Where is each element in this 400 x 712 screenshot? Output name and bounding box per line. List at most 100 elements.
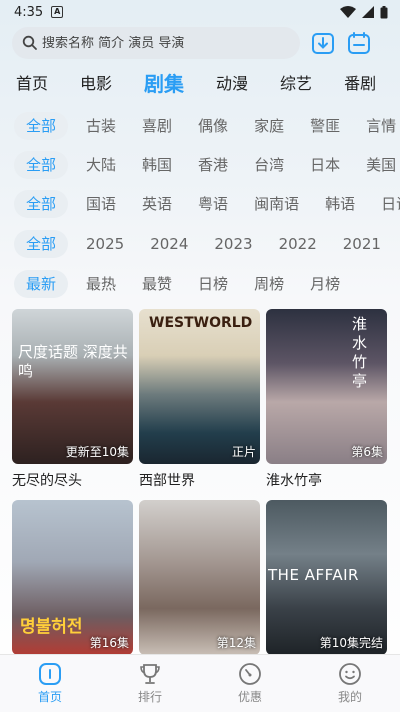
filter-row-type: 全部 古装 喜剧 偶像 家庭 警匪 言情 军: [0, 111, 400, 141]
episode-badge: 第12集: [216, 636, 256, 650]
status-bar: 4:35 A: [0, 0, 400, 24]
filter-chip[interactable]: 粤语: [190, 190, 236, 218]
series-card[interactable]: THE AFFAIR 第10集完结: [266, 500, 387, 679]
notification-app-icon: A: [51, 6, 64, 18]
status-time: 4:35: [14, 4, 44, 20]
filter-chip[interactable]: 韩语: [317, 190, 363, 218]
filter-row-language: 全部 国语 英语 粤语 闽南语 韩语 日语 法: [0, 189, 400, 219]
filter-chip[interactable]: 韩国: [134, 151, 180, 179]
search-box[interactable]: [12, 27, 300, 59]
tab-home[interactable]: 首页: [20, 662, 80, 705]
tab-label: 优惠: [237, 690, 262, 704]
status-left: 4:35 A: [14, 4, 64, 20]
history-button[interactable]: [346, 30, 372, 56]
wifi-icon: [340, 6, 356, 18]
filter-chip[interactable]: 古装: [78, 112, 124, 140]
profile-icon: [339, 663, 361, 685]
poster-text: 淮水竹亭: [352, 315, 368, 390]
battery-icon: [380, 5, 388, 18]
poster-text: WESTWORLD: [149, 315, 253, 331]
filter-chip[interactable]: 警匪: [302, 112, 348, 140]
episode-badge: 更新至10集: [65, 445, 129, 459]
episode-badge: 第6集: [351, 445, 383, 459]
filter-chip[interactable]: 闽南语: [246, 190, 307, 218]
nav-anime[interactable]: 动漫: [216, 70, 248, 94]
category-nav: 首页 电影 剧集 动漫 综艺 番剧 短: [0, 66, 400, 98]
poster-image[interactable]: 第12集: [139, 500, 260, 655]
series-card[interactable]: 尺度话题 深度共鸣 更新至10集 无尽的尽头: [12, 309, 133, 488]
filter-chip[interactable]: 家庭: [246, 112, 292, 140]
discount-icon: [239, 663, 261, 685]
search-row: [12, 26, 388, 60]
filter-chip[interactable]: 全部: [14, 112, 69, 140]
search-input[interactable]: [42, 35, 282, 51]
filter-chip[interactable]: 2021: [335, 230, 389, 258]
home-icon: [39, 663, 61, 685]
filter-chip[interactable]: 2025: [78, 230, 132, 258]
filter-chip[interactable]: 2024: [142, 230, 196, 258]
series-grid: 尺度话题 深度共鸣 更新至10集 无尽的尽头 WESTWORLD 正片 西部世界…: [12, 309, 388, 679]
download-icon: [312, 33, 334, 54]
poster-text: 명불허전: [20, 617, 83, 637]
filter-chip[interactable]: 全部: [14, 190, 69, 218]
filter-chip[interactable]: 最热: [78, 270, 124, 298]
filter-chip[interactable]: 日榜: [190, 270, 236, 298]
filter-chip[interactable]: 美国: [358, 151, 400, 179]
nav-home[interactable]: 首页: [16, 70, 48, 94]
series-card[interactable]: 第12集: [139, 500, 260, 679]
episode-badge: 第10集完结: [319, 636, 383, 650]
tab-profile[interactable]: 我的: [320, 662, 380, 705]
search-icon: [22, 35, 37, 50]
poster-text: THE AFFAIR: [268, 566, 359, 584]
episode-badge: 正片: [231, 445, 256, 459]
bottom-nav: 首页 排行 优惠 我的: [0, 654, 400, 712]
poster-image[interactable]: WESTWORLD 正片: [139, 309, 260, 464]
filter-chip[interactable]: 日语: [373, 190, 400, 218]
filter-chip[interactable]: 最赞: [134, 270, 180, 298]
poster-image[interactable]: 淮水竹亭 第6集: [266, 309, 387, 464]
filter-chip[interactable]: 偶像: [190, 112, 236, 140]
status-right: [340, 5, 388, 19]
filter-chip[interactable]: 言情: [358, 112, 400, 140]
nav-bangumi[interactable]: 番剧: [344, 70, 376, 94]
filter-chip[interactable]: 大陆: [78, 151, 124, 179]
tab-ranking[interactable]: 排行: [120, 662, 180, 705]
series-card[interactable]: 명불허전 第16集: [12, 500, 133, 679]
tab-discount[interactable]: 优惠: [220, 662, 280, 705]
filter-chip[interactable]: 2023: [206, 230, 260, 258]
nav-movies[interactable]: 电影: [80, 70, 112, 94]
filter-chip[interactable]: 国语: [78, 190, 124, 218]
nav-series[interactable]: 剧集: [144, 68, 184, 97]
filter-row-sort: 最新 最热 最赞 日榜 周榜 月榜: [0, 269, 400, 299]
filter-row-year: 全部 2025 2024 2023 2022 2021 2020: [0, 229, 400, 259]
filter-chip[interactable]: 喜剧: [134, 112, 180, 140]
poster-image[interactable]: 尺度话题 深度共鸣 更新至10集: [12, 309, 133, 464]
tab-label: 首页: [37, 690, 62, 704]
poster-image[interactable]: THE AFFAIR 第10集完结: [266, 500, 387, 655]
tab-label: 我的: [337, 690, 362, 704]
episode-badge: 第16集: [89, 636, 129, 650]
filter-chip[interactable]: 月榜: [302, 270, 348, 298]
download-button[interactable]: [310, 30, 336, 56]
series-card[interactable]: WESTWORLD 正片 西部世界: [139, 309, 260, 488]
filter-chip[interactable]: 全部: [14, 230, 69, 258]
series-card[interactable]: 淮水竹亭 第6集 淮水竹亭: [266, 309, 387, 488]
filter-chip[interactable]: 台湾: [246, 151, 292, 179]
filter-chip[interactable]: 周榜: [246, 270, 292, 298]
tab-label: 排行: [137, 690, 162, 704]
poster-text: 尺度话题 深度共鸣: [18, 343, 128, 380]
series-title: 无尽的尽头: [12, 473, 82, 488]
signal-icon: [362, 6, 374, 18]
filter-chip[interactable]: 香港: [190, 151, 236, 179]
poster-image[interactable]: 명불허전 第16集: [12, 500, 133, 655]
series-title: 西部世界: [139, 473, 195, 488]
filter-chip[interactable]: 日本: [302, 151, 348, 179]
filter-chip[interactable]: 最新: [14, 270, 69, 298]
trophy-icon: [140, 664, 160, 684]
filter-chip[interactable]: 英语: [134, 190, 180, 218]
series-title: 淮水竹亭: [266, 473, 322, 488]
calendar-icon: [348, 32, 370, 54]
filter-chip[interactable]: 全部: [14, 151, 69, 179]
filter-chip[interactable]: 2022: [271, 230, 325, 258]
nav-variety[interactable]: 综艺: [280, 70, 312, 94]
